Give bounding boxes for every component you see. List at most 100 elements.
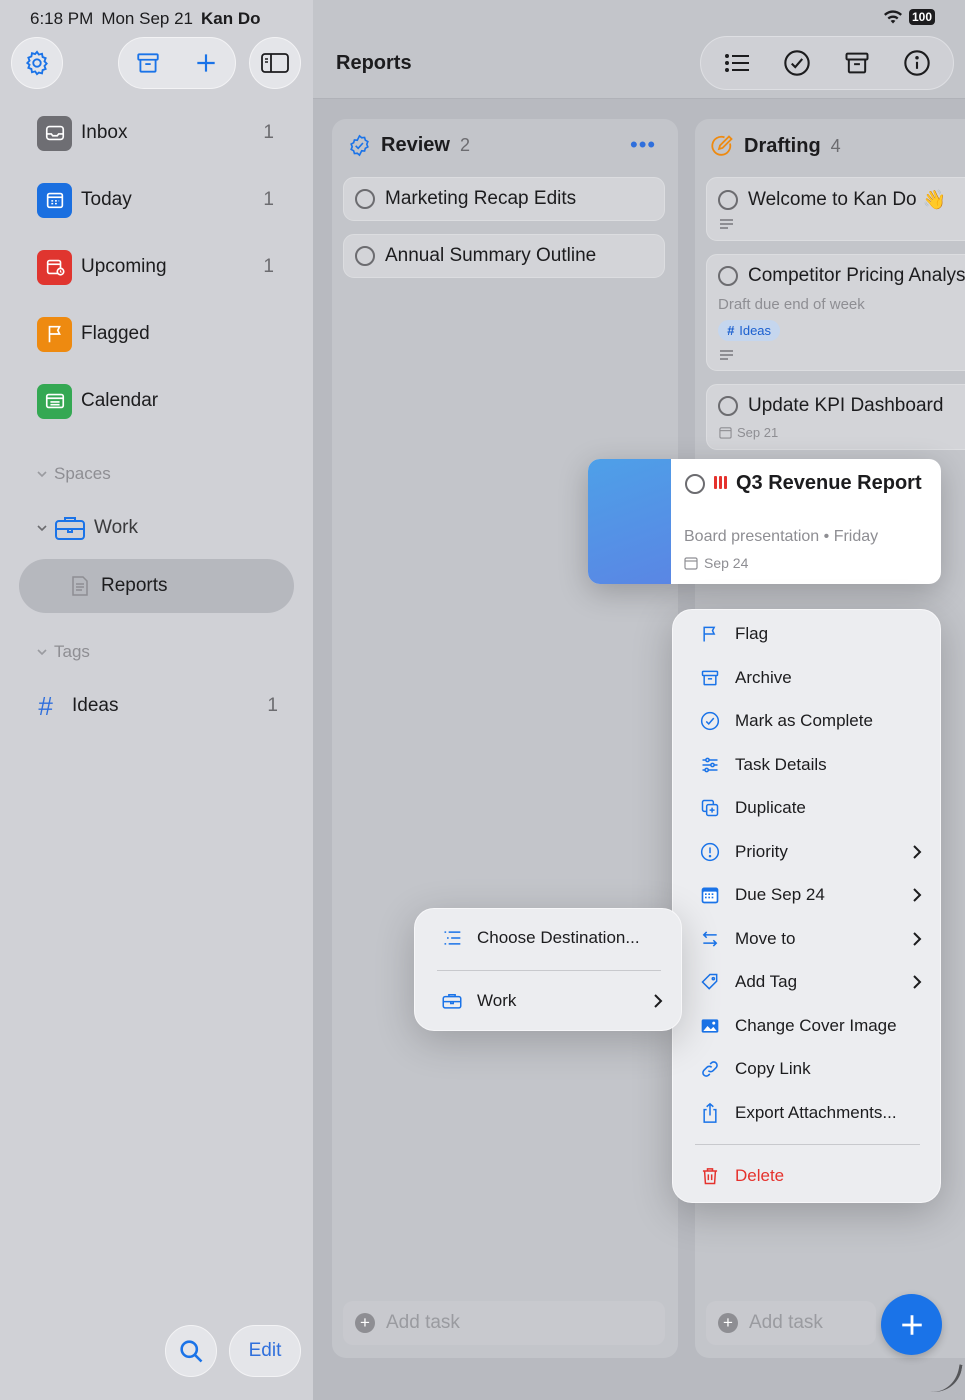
complete-radio[interactable] <box>718 396 738 416</box>
notes-icon <box>720 350 733 362</box>
menu-item-archive[interactable]: Archive <box>673 658 942 698</box>
menu-item-move-to[interactable]: Move to <box>673 919 942 959</box>
sidebar-item-calendar[interactable]: Calendar <box>37 383 277 419</box>
space-label: Work <box>94 517 138 538</box>
archive-icon <box>699 667 721 689</box>
task-title: Update KPI Dashboard <box>748 395 944 416</box>
add-floating-button[interactable] <box>881 1294 942 1355</box>
task-card[interactable]: Annual Summary Outline <box>343 234 665 278</box>
complete-radio[interactable] <box>355 189 375 209</box>
menu-item-copy-link[interactable]: Copy Link <box>673 1049 942 1089</box>
menu-item-export-attachments[interactable]: Export Attachments... <box>673 1093 942 1133</box>
plus-icon[interactable] <box>193 50 219 76</box>
lifted-task-card[interactable]: Q3 Revenue Report Board presentation • F… <box>588 459 941 584</box>
due-date-label: Sep 24 <box>704 555 749 571</box>
menu-item-flag[interactable]: Flag <box>673 614 942 654</box>
column-header-drafting: Drafting 4 <box>710 134 841 158</box>
list-icon[interactable] <box>723 51 751 75</box>
menu-item-add-tag[interactable]: Add Tag <box>673 962 942 1002</box>
task-card[interactable]: Update KPI Dashboard Sep 21 <box>706 384 965 450</box>
waving-hand-emoji: 👋 <box>922 190 947 211</box>
tags-section-header[interactable]: Tags <box>36 642 90 662</box>
search-button[interactable] <box>165 1325 217 1377</box>
settings-button[interactable] <box>11 37 63 89</box>
archive-icon[interactable] <box>843 49 871 77</box>
add-task-button[interactable]: + Add task <box>706 1301 876 1345</box>
info-icon[interactable] <box>903 49 931 77</box>
menu-divider <box>695 1144 920 1145</box>
sidebar-item-label: Inbox <box>81 122 128 143</box>
more-options-icon[interactable]: ••• <box>630 134 656 156</box>
menu-item-delete[interactable]: Delete <box>673 1156 942 1196</box>
task-row: Welcome to Kan Do 👋 <box>718 188 946 212</box>
task-row: Update KPI Dashboard <box>718 395 943 417</box>
menu-item-label: Task Details <box>735 755 827 774</box>
menu-item-task-details[interactable]: Task Details <box>673 745 942 785</box>
complete-radio[interactable] <box>718 190 738 210</box>
chevron-right-icon <box>912 887 922 903</box>
sidebar-space-work[interactable]: Work <box>36 514 138 542</box>
calendar-clock-icon <box>37 249 72 285</box>
menu-item-label: Copy Link <box>735 1059 811 1078</box>
menu-item-priority[interactable]: Priority <box>673 832 942 872</box>
task-row: Marketing Recap Edits <box>355 188 576 210</box>
wifi-icon <box>883 9 903 25</box>
photo-icon <box>699 1015 721 1037</box>
archive-icon[interactable] <box>135 50 161 76</box>
menu-item-duplicate[interactable]: Duplicate <box>673 788 942 828</box>
sidebar-toggle-button[interactable] <box>249 37 301 89</box>
sidebar-item-flagged[interactable]: Flagged <box>37 316 277 352</box>
due-date-label: Sep 21 <box>737 425 779 440</box>
trash-icon <box>699 1165 721 1187</box>
sidebar-item-count: 1 <box>263 189 274 210</box>
sidebar-board-reports[interactable]: Reports <box>19 559 294 613</box>
search-icon <box>177 1337 205 1365</box>
calendar-today-icon <box>37 182 72 218</box>
menu-item-label: Export Attachments... <box>735 1103 897 1122</box>
sidebar-item-today[interactable]: Today 1 <box>37 182 277 218</box>
sidebar-item-upcoming[interactable]: Upcoming 1 <box>37 249 277 285</box>
sidebar-item-count: 1 <box>263 122 274 143</box>
menu-item-due-date[interactable]: Due Sep 24 <box>673 875 942 915</box>
checkmark-circle-icon[interactable] <box>783 49 811 77</box>
menu-item-label: Priority <box>735 842 788 861</box>
tag-chip[interactable]: # Ideas <box>718 320 781 341</box>
priority-high-icon <box>714 476 727 489</box>
menu-item-mark-complete[interactable]: Mark as Complete <box>673 701 942 741</box>
complete-radio[interactable] <box>718 266 738 286</box>
sidebar-item-label: Calendar <box>81 390 159 411</box>
complete-radio[interactable] <box>355 246 375 266</box>
sidebar-item-label: Flagged <box>81 323 150 344</box>
task-card[interactable]: Competitor Pricing Analys Draft due end … <box>706 254 965 371</box>
column-title: Drafting <box>744 134 821 157</box>
task-title: Competitor Pricing Analys <box>748 265 965 286</box>
spaces-section-header[interactable]: Spaces <box>36 464 111 484</box>
briefcase-icon <box>54 514 86 542</box>
menu-item-change-cover[interactable]: Change Cover Image <box>673 1006 942 1046</box>
sliders-icon <box>699 754 721 776</box>
sidebar-item-count: 1 <box>263 256 274 277</box>
calendar-icon <box>37 383 72 419</box>
battery-indicator: 100 <box>908 9 935 25</box>
add-task-button[interactable]: + Add task <box>343 1301 665 1345</box>
calendar-icon <box>699 884 721 906</box>
column-review <box>332 119 678 1358</box>
column-header-review: Review 2 <box>348 134 470 157</box>
tags-header-label: Tags <box>54 642 90 661</box>
complete-radio[interactable] <box>685 474 705 494</box>
task-card[interactable]: Welcome to Kan Do 👋 <box>706 177 965 241</box>
menu-item-choose-destination[interactable]: Choose Destination... <box>415 918 683 958</box>
status-app-name: Kan Do <box>201 9 261 28</box>
menu-item-label: Duplicate <box>735 798 806 817</box>
task-card[interactable]: Marketing Recap Edits <box>343 177 665 221</box>
chevron-right-icon <box>653 993 663 1009</box>
menu-item-work[interactable]: Work <box>415 981 683 1021</box>
tag-chip-label: Ideas <box>739 323 772 338</box>
edit-button[interactable]: Edit <box>229 1325 301 1377</box>
task-title: Marketing Recap Edits <box>385 188 577 209</box>
sidebar-item-inbox[interactable]: Inbox 1 <box>37 115 277 151</box>
chevron-down-icon <box>36 522 48 534</box>
column-count: 2 <box>459 135 470 155</box>
archive-add-group <box>118 37 236 89</box>
sidebar-tag-ideas[interactable]: # Ideas 1 <box>38 690 278 722</box>
